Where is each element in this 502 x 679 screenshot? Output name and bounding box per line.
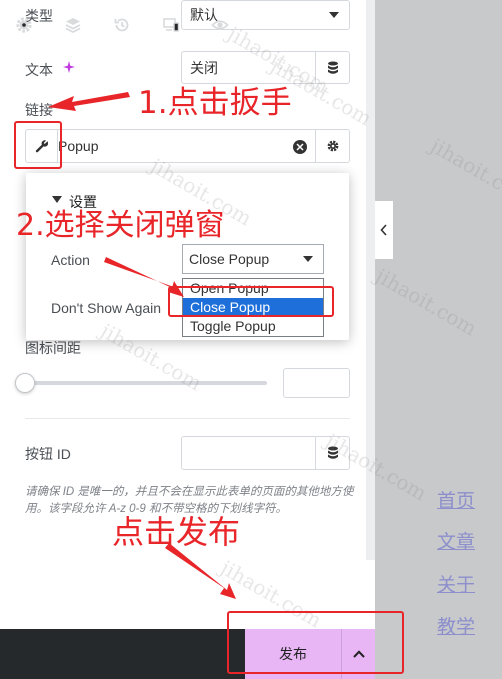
annotation-step3: 点击发布 (112, 513, 241, 551)
annotation-step2: 2.选择关闭弹窗 (16, 208, 225, 243)
annotation-step1: 1.点击扳手 (138, 85, 292, 121)
